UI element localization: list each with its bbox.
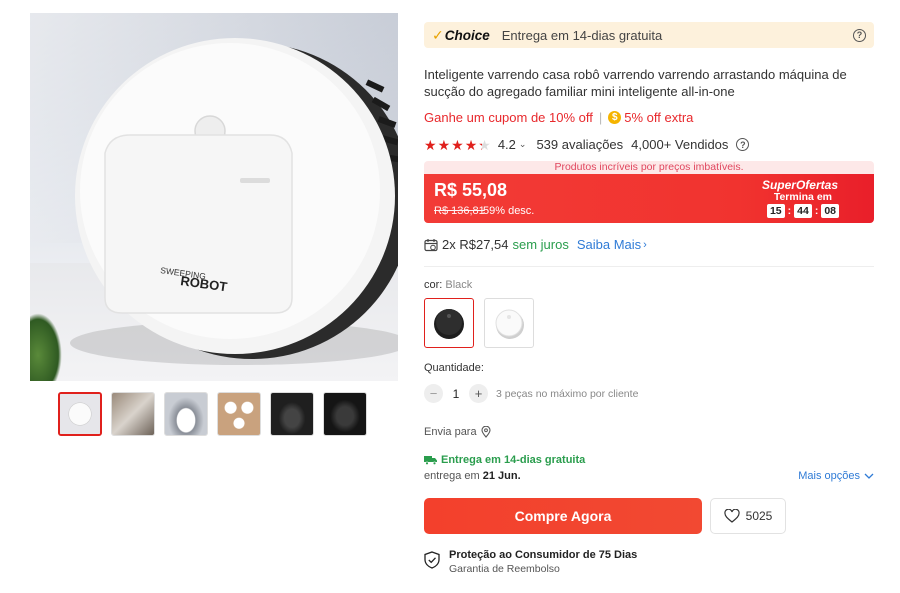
price-panel: R$ 55,08 R$ 136,81 59% desc. SuperOferta… (424, 174, 874, 223)
calendar-icon (424, 238, 438, 251)
swatch-white[interactable] (484, 298, 534, 348)
timer-hours: 15 (766, 204, 785, 218)
truck-icon (424, 456, 437, 465)
heart-icon (724, 509, 740, 523)
star-rating: ★ ★ ★ ★ ★ (424, 138, 492, 152)
choice-logo-text: Choice (444, 27, 490, 43)
protection-subtitle: Garantia de Reembolso (449, 563, 560, 575)
countdown-timer: 15 : 44 : 08 (766, 204, 839, 218)
learn-more-link[interactable]: Saiba Mais (577, 237, 641, 252)
quantity-stepper: − 1 + 3 peças no máximo por cliente (424, 384, 874, 403)
review-count[interactable]: 539 avaliações (536, 137, 623, 152)
star-icon: ★ (451, 136, 464, 153)
buy-now-button[interactable]: Compre Agora (424, 498, 702, 534)
installment-row: 2x R$27,54 sem juros Saiba Mais › (424, 237, 874, 267)
white-robot-thumbnail (495, 309, 524, 339)
discount-percent: 59% desc. (483, 205, 535, 217)
black-robot-thumbnail (434, 309, 464, 339)
no-interest-text: sem juros (512, 237, 569, 252)
sold-count: 4,000+ Vendidos (631, 137, 729, 152)
thumbnail-1[interactable] (58, 392, 102, 436)
swatch-black[interactable] (424, 298, 474, 348)
wishlist-button[interactable]: 5025 (710, 498, 786, 534)
color-swatches (424, 298, 874, 348)
coin-icon: $ (608, 111, 622, 124)
buyer-protection[interactable]: Proteção ao Consumidor de 75 Dias Garant… (424, 549, 874, 575)
protection-title: Proteção ao Consumidor de 75 Dias (449, 549, 638, 561)
thumbnail-4[interactable] (217, 392, 261, 436)
chevron-down-icon[interactable]: ⌄ (519, 139, 527, 150)
half-star-icon: ★ (478, 136, 491, 153)
color-label-text: cor: (424, 279, 443, 291)
free-shipping-row: Entrega em 14-dias gratuita (424, 454, 874, 466)
choice-delivery-text: Entrega em 14-dias gratuita (501, 27, 663, 43)
thumbnail-5[interactable] (270, 392, 314, 436)
free-shipping-text: Entrega em 14-dias gratuita (441, 454, 586, 466)
timer-minutes: 44 (794, 204, 812, 218)
action-row: Compre Agora 5025 (424, 498, 874, 534)
more-options-link[interactable]: Mais opções (798, 470, 874, 482)
location-pin-icon (481, 426, 491, 438)
question-circle-icon[interactable]: ? (853, 28, 866, 42)
delivery-date: 21 Jun. (482, 470, 521, 482)
quantity-label: Quantidade: (424, 362, 484, 374)
delivery-prefix: entrega em (424, 470, 480, 482)
price-banner: Produtos incríveis por preços imbatíveis… (424, 161, 874, 174)
promo-row[interactable]: Ganhe um cupom de 10% off | $ 5% off ext… (424, 110, 874, 125)
robot-vacuum-illustration: SWEEPING ROBOT (70, 38, 398, 365)
super-ofertas-label: SuperOfertas (761, 178, 838, 192)
quantity-limit-note: 3 peças no máximo por cliente (496, 387, 639, 400)
ends-in-label: Termina em (773, 191, 832, 203)
promo-separator: | (598, 110, 603, 125)
wishlist-count: 5025 (745, 509, 773, 523)
thumbnail-6[interactable] (323, 392, 367, 436)
more-options-text: Mais opções (798, 470, 860, 482)
rating-row: ★ ★ ★ ★ ★ 4.2 ⌄ 539 avaliações 4,000+ Ve… (424, 137, 874, 152)
star-icon: ★ (464, 136, 478, 153)
thumbnail-strip (58, 392, 367, 436)
current-price: R$ 55,08 (434, 180, 508, 200)
installment-text: 2x R$27,54 (442, 237, 509, 252)
rating-value[interactable]: 4.2 (498, 137, 516, 152)
quantity-value[interactable]: 1 (443, 387, 469, 401)
timer-seconds: 08 (821, 204, 839, 218)
coupon-text[interactable]: Ganhe um cupom de 10% off (424, 110, 593, 125)
color-label: cor: Black (424, 279, 874, 291)
question-circle-icon[interactable]: ? (736, 138, 750, 151)
extra-discount-text[interactable]: 5% off extra (624, 110, 693, 125)
star-icon: ★ (437, 136, 451, 153)
color-selected-value: Black (445, 279, 473, 291)
shield-check-icon (424, 551, 440, 569)
delivery-estimate: entrega em 21 Jun. (424, 470, 521, 482)
choice-banner[interactable]: ✓ Choice Entrega em 14-dias gratuita ? (424, 22, 874, 48)
ship-to-label[interactable]: Envia para (424, 426, 874, 438)
product-title: Inteligente varrendo casa robô varrendo … (424, 67, 847, 99)
thumbnail-2[interactable] (111, 392, 155, 436)
chevron-right-icon[interactable]: › (643, 239, 647, 251)
checkmark-icon: ✓ (432, 26, 444, 43)
ship-to-text: Envia para (424, 426, 477, 438)
delivery-date-row: entrega em 21 Jun. Mais opções (424, 470, 874, 482)
quantity-plus-button[interactable]: + (469, 384, 488, 403)
protection-text: Proteção ao Consumidor de 75 Dias Garant… (449, 549, 637, 575)
product-info-panel: ✓ Choice Entrega em 14-dias gratuita ? I… (424, 22, 874, 575)
original-price: R$ 136,81 (434, 205, 485, 217)
chevron-down-icon (864, 473, 874, 479)
quantity-minus-button[interactable]: − (424, 384, 443, 403)
choice-logo: ✓ Choice (432, 27, 490, 44)
price-box: Produtos incríveis por preços imbatíveis… (424, 161, 874, 223)
main-product-image[interactable]: SWEEPING ROBOT (30, 13, 398, 381)
thumbnail-3[interactable] (164, 392, 208, 436)
star-icon: ★ (424, 136, 437, 153)
